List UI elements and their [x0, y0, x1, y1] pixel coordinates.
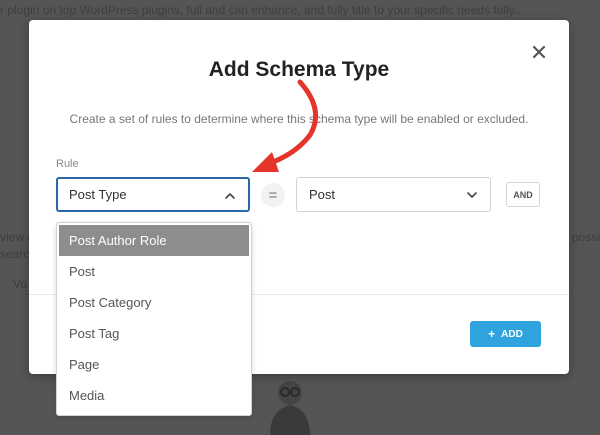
illustration-figure [270, 381, 310, 435]
plus-icon: + [488, 327, 496, 341]
dropdown-option[interactable]: Post [57, 256, 251, 287]
backdrop-text: r plugin on top WordPress plugins, full … [0, 3, 524, 17]
dropdown-option[interactable]: Media [57, 380, 251, 411]
chevron-up-icon [225, 192, 235, 199]
and-button[interactable]: AND [506, 182, 540, 207]
dropdown-option[interactable]: Post Tag [57, 318, 251, 349]
add-button-label: ADD [501, 328, 523, 340]
rule-type-value: Post Type [69, 187, 127, 202]
rule-type-select[interactable]: Post Type [56, 177, 250, 212]
rule-type-dropdown: Post Author Role Post Post Category Post… [56, 222, 252, 416]
chevron-down-icon [467, 192, 477, 199]
dropdown-option[interactable]: Post Author Role [59, 225, 249, 256]
backdrop-text: Vo [13, 277, 28, 291]
modal-title: Add Schema Type [208, 58, 390, 81]
rule-value-value: Post [309, 187, 336, 202]
rule-value-select[interactable]: Post [296, 177, 491, 212]
add-button[interactable]: + ADD [470, 321, 541, 347]
modal-description: Create a set of rules to determine where… [69, 112, 529, 126]
equals-badge: = [261, 183, 285, 207]
backdrop-text: possible [572, 230, 600, 244]
rule-label: Rule [56, 158, 79, 170]
dropdown-option[interactable]: Post Category [57, 287, 251, 318]
dropdown-option[interactable]: Page [57, 349, 251, 380]
